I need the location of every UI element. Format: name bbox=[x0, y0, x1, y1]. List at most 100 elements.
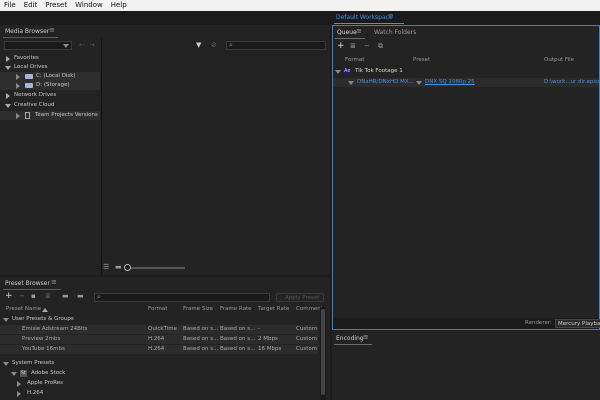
chevron-down-icon bbox=[63, 44, 69, 48]
forward-arrow-icon[interactable]: → bbox=[89, 41, 95, 49]
chevron-right-icon bbox=[17, 391, 21, 397]
tree-row-local-drives[interactable]: Local Drives bbox=[0, 63, 100, 72]
scrollbar[interactable] bbox=[320, 307, 326, 400]
table-row[interactable]: YouTube 16mbs H.264 Based on s... Based … bbox=[0, 345, 318, 354]
column-preset-name[interactable]: Preset Name bbox=[6, 306, 41, 312]
list-item-label: Adobe Stock bbox=[31, 370, 66, 376]
column-format[interactable]: Format bbox=[148, 306, 167, 312]
icon-view-icon[interactable]: ▬ bbox=[115, 263, 122, 271]
zoom-slider-handle[interactable] bbox=[124, 264, 131, 271]
column-frame-rate[interactable]: Frame Rate bbox=[220, 306, 252, 312]
browser-split[interactable] bbox=[101, 39, 102, 275]
after-effects-badge: Ae bbox=[343, 68, 352, 75]
cell-preset-name: Preview 2mbs bbox=[22, 336, 61, 342]
settings-icon[interactable]: ≣ bbox=[45, 292, 51, 300]
queue-item-name: Tik Tok Footage 1 bbox=[355, 68, 403, 74]
tree-row-c-drive[interactable]: C: (Local Disk) bbox=[0, 72, 100, 81]
menu-preset[interactable]: Preset bbox=[41, 0, 71, 11]
renderer-label: Renderer: bbox=[525, 320, 552, 326]
tree-row-network-drives[interactable]: Network Drives bbox=[0, 91, 100, 100]
zoom-slider[interactable] bbox=[124, 264, 185, 271]
cell-frame-rate: Based on s... bbox=[220, 336, 256, 342]
media-browser-title: Media Browser bbox=[5, 28, 50, 35]
scrollbar-thumb[interactable] bbox=[321, 309, 325, 395]
link-icon[interactable]: ⊘ bbox=[211, 41, 217, 49]
tree-label: Network Drives bbox=[14, 92, 57, 98]
workspace-tab[interactable]: Default Workspace bbox=[336, 14, 393, 21]
table-row[interactable]: Preview 2mbs H.264 Based on s... Based o… bbox=[0, 335, 318, 344]
cell-target-rate: - bbox=[258, 326, 260, 332]
output-row[interactable]: DNxHR/DNxHD MX... DNX SQ 1080p 25 D:\wor… bbox=[333, 78, 600, 87]
apply-preset-button[interactable]: Apply Preset bbox=[276, 293, 324, 302]
column-frame-size[interactable]: Frame Size bbox=[183, 306, 213, 312]
tab-queue[interactable]: Queue bbox=[337, 29, 357, 36]
group-user-presets[interactable]: User Presets & Groups bbox=[0, 315, 320, 324]
settings-icon[interactable]: ≣ bbox=[350, 42, 356, 50]
group-system-presets[interactable]: System Presets bbox=[0, 359, 320, 368]
output-preset[interactable]: DNX SQ 1080p 25 bbox=[425, 78, 475, 87]
panel-menu-icon[interactable]: ≡ bbox=[49, 26, 55, 34]
list-view-icon[interactable]: ☰ bbox=[103, 263, 109, 271]
menu-window[interactable]: Window bbox=[71, 0, 107, 11]
menu-file[interactable]: File bbox=[0, 0, 20, 11]
cell-comment: Custom bbox=[296, 346, 318, 352]
duplicate-icon[interactable]: ⧉ bbox=[378, 42, 383, 50]
export-icon[interactable]: ▬ bbox=[77, 292, 84, 300]
encoding-title: Encoding bbox=[336, 335, 364, 342]
preset-search-input[interactable]: ⌕ bbox=[94, 293, 270, 302]
tree-row-d-drive[interactable]: D: (Storage) bbox=[0, 81, 100, 90]
cell-comment: Custom bbox=[296, 336, 318, 342]
search-icon: ⌕ bbox=[229, 41, 233, 49]
import-icon[interactable]: ▬ bbox=[62, 292, 69, 300]
panel-menu-icon[interactable]: ≡ bbox=[356, 27, 362, 35]
list-item[interactable]: St Adobe Stock bbox=[0, 369, 320, 378]
chevron-down-icon bbox=[3, 318, 9, 322]
list-item-label: Apple ProRes bbox=[27, 380, 63, 386]
add-icon[interactable]: + bbox=[337, 42, 345, 51]
location-dropdown[interactable] bbox=[4, 41, 72, 50]
workspace-menu-icon[interactable]: ≡ bbox=[388, 12, 394, 20]
panel-menu-icon[interactable]: ≡ bbox=[363, 333, 369, 341]
renderer-dropdown[interactable]: Mercury Playback bbox=[555, 319, 600, 328]
output-file[interactable]: D:\work...ur dir.episo bbox=[544, 78, 600, 87]
tree-row-creative-cloud[interactable]: Creative Cloud bbox=[0, 101, 100, 110]
remove-icon[interactable]: − bbox=[19, 292, 25, 300]
cell-frame-size: Based on s... bbox=[183, 336, 219, 342]
document-icon bbox=[25, 112, 30, 119]
column-target-rate[interactable]: Target Rate bbox=[258, 306, 289, 312]
menu-edit[interactable]: Edit bbox=[20, 0, 42, 11]
chevron-down-icon bbox=[5, 66, 11, 70]
list-item[interactable]: H.264 bbox=[0, 389, 320, 398]
queue-item[interactable]: Ae Tik Tok Footage 1 bbox=[333, 67, 599, 76]
filter-icon[interactable]: ▼ bbox=[196, 41, 201, 49]
add-icon[interactable]: + bbox=[5, 292, 13, 301]
table-row[interactable]: Emisie Adstream 24Bits QuickTime Based o… bbox=[0, 325, 318, 334]
new-group-icon[interactable]: ▪ bbox=[31, 292, 36, 300]
tree-label: Team Projects Versions bbox=[35, 112, 98, 118]
tree-label: Favorites bbox=[14, 55, 39, 61]
column-comment[interactable]: Comment bbox=[296, 306, 323, 312]
group-label: System Presets bbox=[12, 360, 55, 366]
tree-row-favorites[interactable]: Favorites bbox=[0, 54, 100, 63]
menu-help[interactable]: Help bbox=[107, 0, 131, 11]
cell-format: QuickTime bbox=[148, 326, 178, 332]
chevron-down-icon bbox=[11, 372, 17, 376]
apply-preset-label: Apply Preset bbox=[285, 295, 320, 301]
cell-frame-size: Based on s... bbox=[183, 326, 219, 332]
encoding-panel: Encoding ≡ bbox=[332, 331, 600, 400]
tab-watch-folders[interactable]: Watch Folders bbox=[374, 29, 416, 36]
chevron-down-icon bbox=[348, 81, 354, 85]
output-format[interactable]: DNxHR/DNxHD MX... bbox=[357, 78, 414, 87]
list-item-label: H.264 bbox=[27, 390, 44, 396]
panel-menu-icon[interactable]: ≡ bbox=[51, 278, 57, 286]
chevron-right-icon bbox=[16, 113, 20, 119]
workspace-bar: Default Workspace ≡ bbox=[0, 11, 600, 25]
title-underline bbox=[3, 37, 58, 38]
back-arrow-icon[interactable]: ← bbox=[79, 41, 85, 49]
search-input[interactable]: ⌕ bbox=[226, 41, 326, 50]
group-label: User Presets & Groups bbox=[12, 316, 74, 322]
remove-icon[interactable]: − bbox=[364, 42, 370, 50]
tree-row-team-projects[interactable]: Team Projects Versions bbox=[0, 111, 100, 120]
list-item[interactable]: Apple ProRes bbox=[0, 379, 320, 388]
tree-label: C: (Local Disk) bbox=[36, 73, 76, 79]
